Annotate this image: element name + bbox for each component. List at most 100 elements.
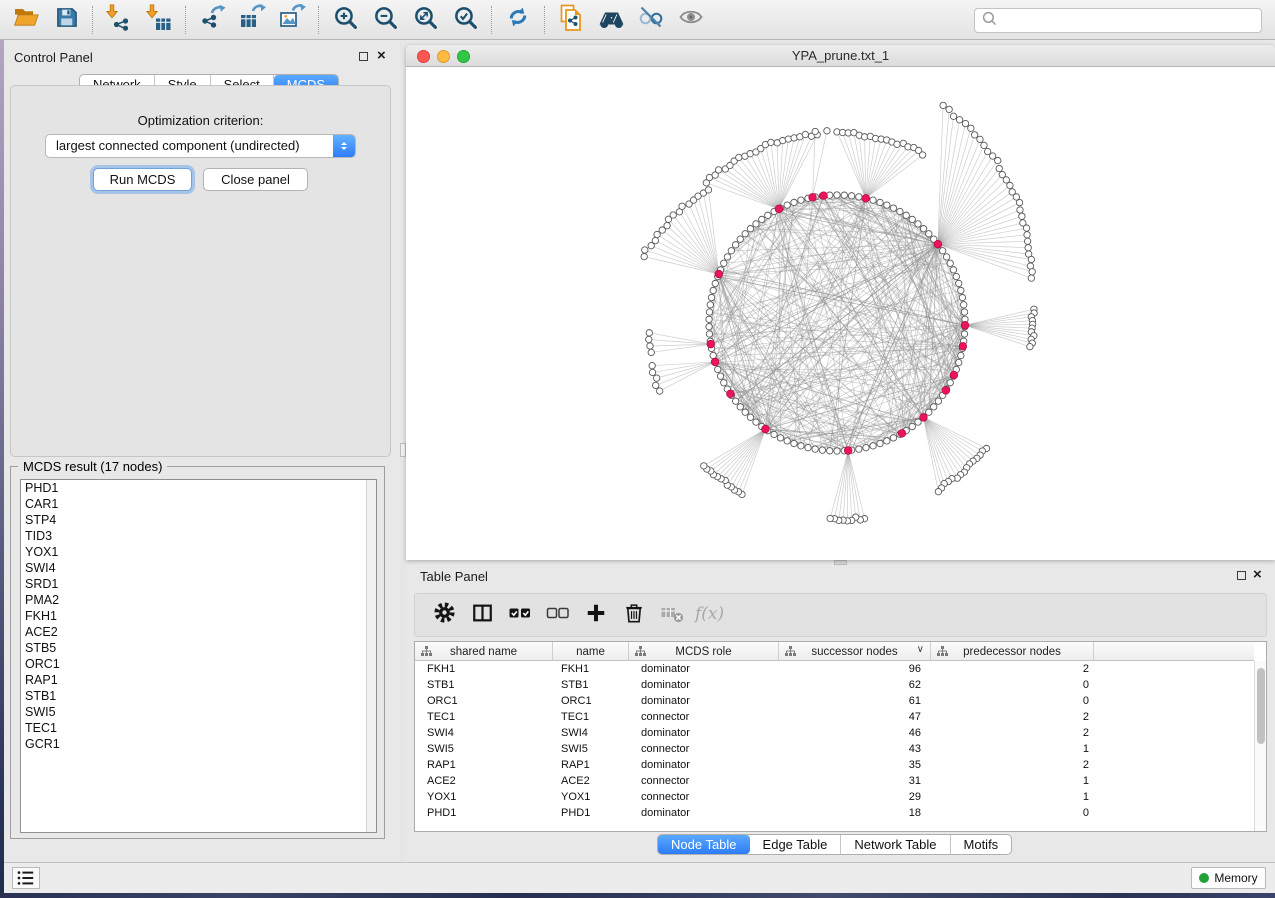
columns-button[interactable]	[465, 600, 499, 630]
mcds-result-item[interactable]: PMA2	[21, 592, 376, 608]
column-header-name[interactable]: name	[553, 642, 629, 661]
gear-button[interactable]	[427, 600, 461, 630]
mcds-result-item[interactable]: GCR1	[21, 736, 376, 752]
tab-network-table[interactable]: Network Table	[841, 835, 950, 854]
mcds-result-item[interactable]: SRD1	[21, 576, 376, 592]
folder-open-icon	[13, 5, 40, 34]
mcds-result-item[interactable]: YOX1	[21, 544, 376, 560]
satellite-node	[641, 253, 647, 259]
export-image-button[interactable]	[272, 4, 312, 36]
zoom-in-button[interactable]	[325, 4, 365, 36]
show-details-button[interactable]	[671, 4, 711, 36]
mcds-result-item[interactable]: ACE2	[21, 624, 376, 640]
folder-open-button[interactable]	[6, 4, 46, 36]
optimization-criterion-select[interactable]: largest connected component (undirected)	[45, 134, 356, 158]
search-box[interactable]	[974, 8, 1262, 33]
ring-node	[890, 435, 896, 441]
tab-motifs[interactable]: Motifs	[951, 835, 1012, 854]
table-row[interactable]: PHD1PHD1dominator180	[415, 805, 1254, 821]
mcds-result-item[interactable]: TID3	[21, 528, 376, 544]
search-input[interactable]	[998, 11, 1261, 31]
select-all-button[interactable]	[503, 600, 537, 630]
panel-menu-button[interactable]	[12, 867, 40, 889]
ring-node	[909, 216, 915, 222]
mcds-result-item[interactable]: TEC1	[21, 720, 376, 736]
table-row[interactable]: TEC1TEC1connector472	[415, 709, 1254, 725]
table-row[interactable]: FKH1FKH1dominator962	[415, 661, 1254, 677]
zoom-fit-button[interactable]	[405, 4, 445, 36]
close-panel-button[interactable]: Close panel	[203, 168, 308, 191]
satellite-node	[736, 154, 742, 160]
horizontal-splitter[interactable]	[406, 560, 1275, 565]
table-row[interactable]: STB1STB1dominator620	[415, 677, 1254, 693]
select-stepper-icon	[333, 135, 355, 157]
export-table-button[interactable]	[232, 4, 272, 36]
mcds-result-item[interactable]: STB5	[21, 640, 376, 656]
ring-node	[706, 309, 712, 315]
import-network-button[interactable]	[99, 4, 139, 36]
run-mcds-button[interactable]: Run MCDS	[93, 168, 192, 191]
table-row[interactable]: YOX1YOX1connector291	[415, 789, 1254, 805]
mcds-result-item[interactable]: RAP1	[21, 672, 376, 688]
table-row[interactable]: SWI4SWI4dominator462	[415, 725, 1254, 741]
zoom-out-button[interactable]	[365, 4, 405, 36]
ring-node	[870, 197, 876, 203]
table-row[interactable]: RAP1RAP1dominator352	[415, 757, 1254, 773]
table-scrollbar[interactable]	[1254, 661, 1266, 831]
import-table-button[interactable]	[139, 4, 179, 36]
mcds-result-item[interactable]: ORC1	[21, 656, 376, 672]
table-panel-close-icon[interactable]	[1253, 569, 1262, 581]
export-network-icon	[199, 4, 226, 36]
table-row[interactable]: SWI5SWI5connector431	[415, 741, 1254, 757]
tab-node-table[interactable]: Node Table	[658, 835, 750, 854]
toolbar-separator	[491, 6, 492, 34]
mcds-result-list[interactable]: PHD1CAR1STP4TID3YOX1SWI4SRD1PMA2FKH1ACE2…	[20, 479, 377, 833]
control-panel-float-icon[interactable]	[359, 52, 368, 61]
ring-node	[960, 302, 966, 308]
binoculars-button[interactable]	[591, 4, 631, 36]
mcds-node	[715, 270, 723, 278]
column-header-MCDS-role[interactable]: MCDS role	[629, 642, 779, 661]
network-window-titlebar[interactable]: YPA_prune.txt_1	[406, 45, 1275, 67]
table-scrollbar-thumb[interactable]	[1257, 668, 1265, 744]
clone-network-button[interactable]	[551, 4, 591, 36]
mcds-result-item[interactable]: SWI5	[21, 704, 376, 720]
delete-table-button	[655, 600, 689, 630]
table-row[interactable]: ORC1ORC1dominator610	[415, 693, 1254, 709]
refresh-button[interactable]	[498, 4, 538, 36]
cell-successor: 47	[779, 709, 931, 725]
mcds-result-item[interactable]: SWI4	[21, 560, 376, 576]
delete-button[interactable]	[617, 600, 651, 630]
column-header-successor-nodes[interactable]: successor nodes∨	[779, 642, 931, 661]
deselect-all-button[interactable]	[541, 600, 575, 630]
mcds-result-item[interactable]: PHD1	[21, 480, 376, 496]
cell-predecessor: 2	[931, 709, 1094, 725]
mcds-list-scrollbar[interactable]	[366, 480, 376, 832]
zoom-selected-button[interactable]	[445, 4, 485, 36]
add-button[interactable]	[579, 600, 613, 630]
mcds-result-item[interactable]: STP4	[21, 512, 376, 528]
export-network-button[interactable]	[192, 4, 232, 36]
column-header-predecessor-nodes[interactable]: predecessor nodes	[931, 642, 1094, 661]
memory-button[interactable]: Memory	[1191, 867, 1266, 889]
table-row[interactable]: ACE2ACE2connector311	[415, 773, 1254, 789]
cell-mcds_role: dominator	[629, 725, 779, 741]
ring-node	[805, 444, 811, 450]
cell-shared_name: YOX1	[415, 789, 553, 805]
save-button[interactable]	[46, 4, 86, 36]
horizontal-splitter-grip[interactable]	[834, 560, 847, 565]
column-header-shared-name[interactable]: shared name	[415, 642, 553, 661]
control-panel-close-icon[interactable]	[377, 50, 386, 62]
mcds-result-item[interactable]: STB1	[21, 688, 376, 704]
ring-node	[834, 192, 840, 198]
mcds-node	[775, 205, 783, 213]
mcds-result-item[interactable]: CAR1	[21, 496, 376, 512]
export-image-icon	[279, 4, 306, 36]
table-panel-float-icon[interactable]	[1237, 571, 1246, 580]
tab-edge-table[interactable]: Edge Table	[750, 835, 842, 854]
mcds-result-item[interactable]: FKH1	[21, 608, 376, 624]
network-canvas-svg[interactable]	[406, 68, 1275, 560]
hide-details-button[interactable]	[631, 4, 671, 36]
cell-mcds_role: dominator	[629, 661, 779, 677]
ring-node	[737, 236, 743, 242]
